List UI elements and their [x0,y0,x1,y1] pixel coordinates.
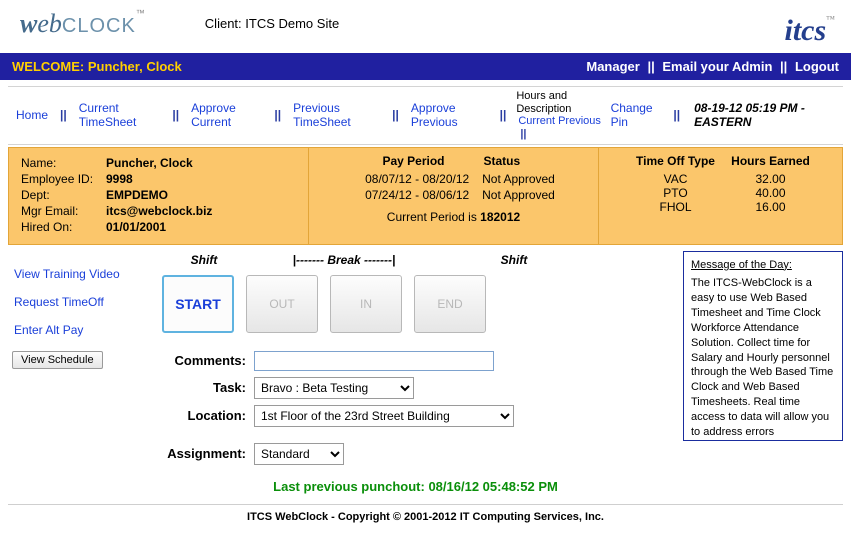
shift-label-left: Shift [154,253,254,267]
location-select[interactable]: 1st Floor of the 23rd Street Building [254,405,514,427]
emp-dept-label: Dept: [21,188,106,202]
end-button[interactable]: END [414,275,486,333]
info-panel: Name:Puncher, Clock Employee ID:9998 Dep… [8,147,843,245]
nav-current-previous[interactable]: Current Previous [516,113,603,129]
welcome-bar: WELCOME: Puncher, Clock Manager || Email… [0,53,851,80]
payperiod-info: Pay PeriodStatus 08/07/12 - 08/20/12Not … [309,148,599,244]
to-row: VAC32.00 [611,172,830,186]
view-schedule-button[interactable]: View Schedule [12,351,103,369]
welcome-text: WELCOME: Puncher, Clock [12,59,182,74]
to-head-type: Time Off Type [626,154,726,168]
nav-bar: Home|| Current TimeSheet|| Approve Curre… [8,86,843,145]
emp-id-label: Employee ID: [21,172,106,186]
in-button[interactable]: IN [330,275,402,333]
out-button[interactable]: OUT [246,275,318,333]
last-punchout: Last previous punchout: 08/16/12 05:48:5… [154,479,677,494]
request-timeoff-link[interactable]: Request TimeOff [14,295,148,309]
manager-link[interactable]: Manager [586,59,639,74]
side-links: View Training Video Request TimeOff Ente… [8,251,148,494]
to-row: FHOL16.00 [611,200,830,214]
to-head-hours: Hours Earned [726,154,816,168]
itcs-logo: itcs™ [785,14,836,48]
motd-title: Message of the Day: [691,258,835,273]
timeoff-info: Time Off TypeHours Earned VAC32.00 PTO40… [599,148,842,244]
nav-home[interactable]: Home [14,106,50,124]
pp-row: 08/07/12 - 08/20/12Not Approved [321,172,586,186]
nav-hours-desc: Hours and Description Current Previous |… [516,90,604,141]
punch-form: Comments: Task: Bravo : Beta Testing Loc… [154,351,677,465]
pp-head-status: Status [484,154,564,168]
footer: ITCS WebClock - Copyright © 2001-2012 IT… [8,504,843,523]
nav-change-pin[interactable]: Change Pin [609,99,664,131]
emp-mgr-email[interactable]: itcs@webclock.biz [106,204,212,218]
emp-name-label: Name: [21,156,106,170]
assignment-label: Assignment: [154,446,254,461]
task-label: Task: [154,380,254,395]
emp-hired: 01/01/2001 [106,220,166,234]
nav-approve-previous[interactable]: Approve Previous [409,99,490,131]
top-header: webCLOCK™ Client: ITCS Demo Site itcs™ [0,0,851,53]
view-training-video-link[interactable]: View Training Video [14,267,148,281]
punch-buttons: START OUT IN END [162,275,677,333]
to-row: PTO40.00 [611,186,830,200]
emp-hired-label: Hired On: [21,220,106,234]
welcome-actions: Manager || Email your Admin || Logout [586,59,839,74]
enter-alt-pay-link[interactable]: Enter Alt Pay [14,323,148,337]
email-admin-link[interactable]: Email your Admin [662,59,772,74]
pp-current: Current Period is 182012 [321,210,586,224]
shift-label-right: Shift [434,253,594,267]
punch-area: Shift |------- Break -------| Shift STAR… [154,251,677,494]
emp-dept: EMPDEMO [106,188,168,202]
nav-approve-current[interactable]: Approve Current [189,99,264,131]
shift-header: Shift |------- Break -------| Shift [154,253,677,267]
emp-id: 9998 [106,172,133,186]
nav-previous-timesheet[interactable]: Previous TimeSheet [291,99,382,131]
assignment-select[interactable]: Standard [254,443,344,465]
message-of-day: Message of the Day: The ITCS-WebClock is… [683,251,843,441]
pp-head-period: Pay Period [344,154,484,168]
start-button[interactable]: START [162,275,234,333]
location-label: Location: [154,408,254,423]
logout-link[interactable]: Logout [795,59,839,74]
nav-timestamp: 08-19-12 05:19 PM - EASTERN [694,101,837,129]
motd-body: The ITCS-WebClock is a easy to use Web B… [691,277,833,440]
client-label: Client: ITCS Demo Site [205,16,339,31]
webclock-logo: webCLOCK™ [20,8,145,39]
emp-name: Puncher, Clock [106,156,193,170]
main-body: View Training Video Request TimeOff Ente… [8,251,843,494]
break-label: |------- Break -------| [254,253,434,267]
comments-label: Comments: [154,353,254,368]
employee-info: Name:Puncher, Clock Employee ID:9998 Dep… [9,148,309,244]
emp-mgr-label: Mgr Email: [21,204,106,218]
pp-row: 07/24/12 - 08/06/12Not Approved [321,188,586,202]
comments-input[interactable] [254,351,494,371]
nav-current-timesheet[interactable]: Current TimeSheet [77,99,163,131]
task-select[interactable]: Bravo : Beta Testing [254,377,414,399]
